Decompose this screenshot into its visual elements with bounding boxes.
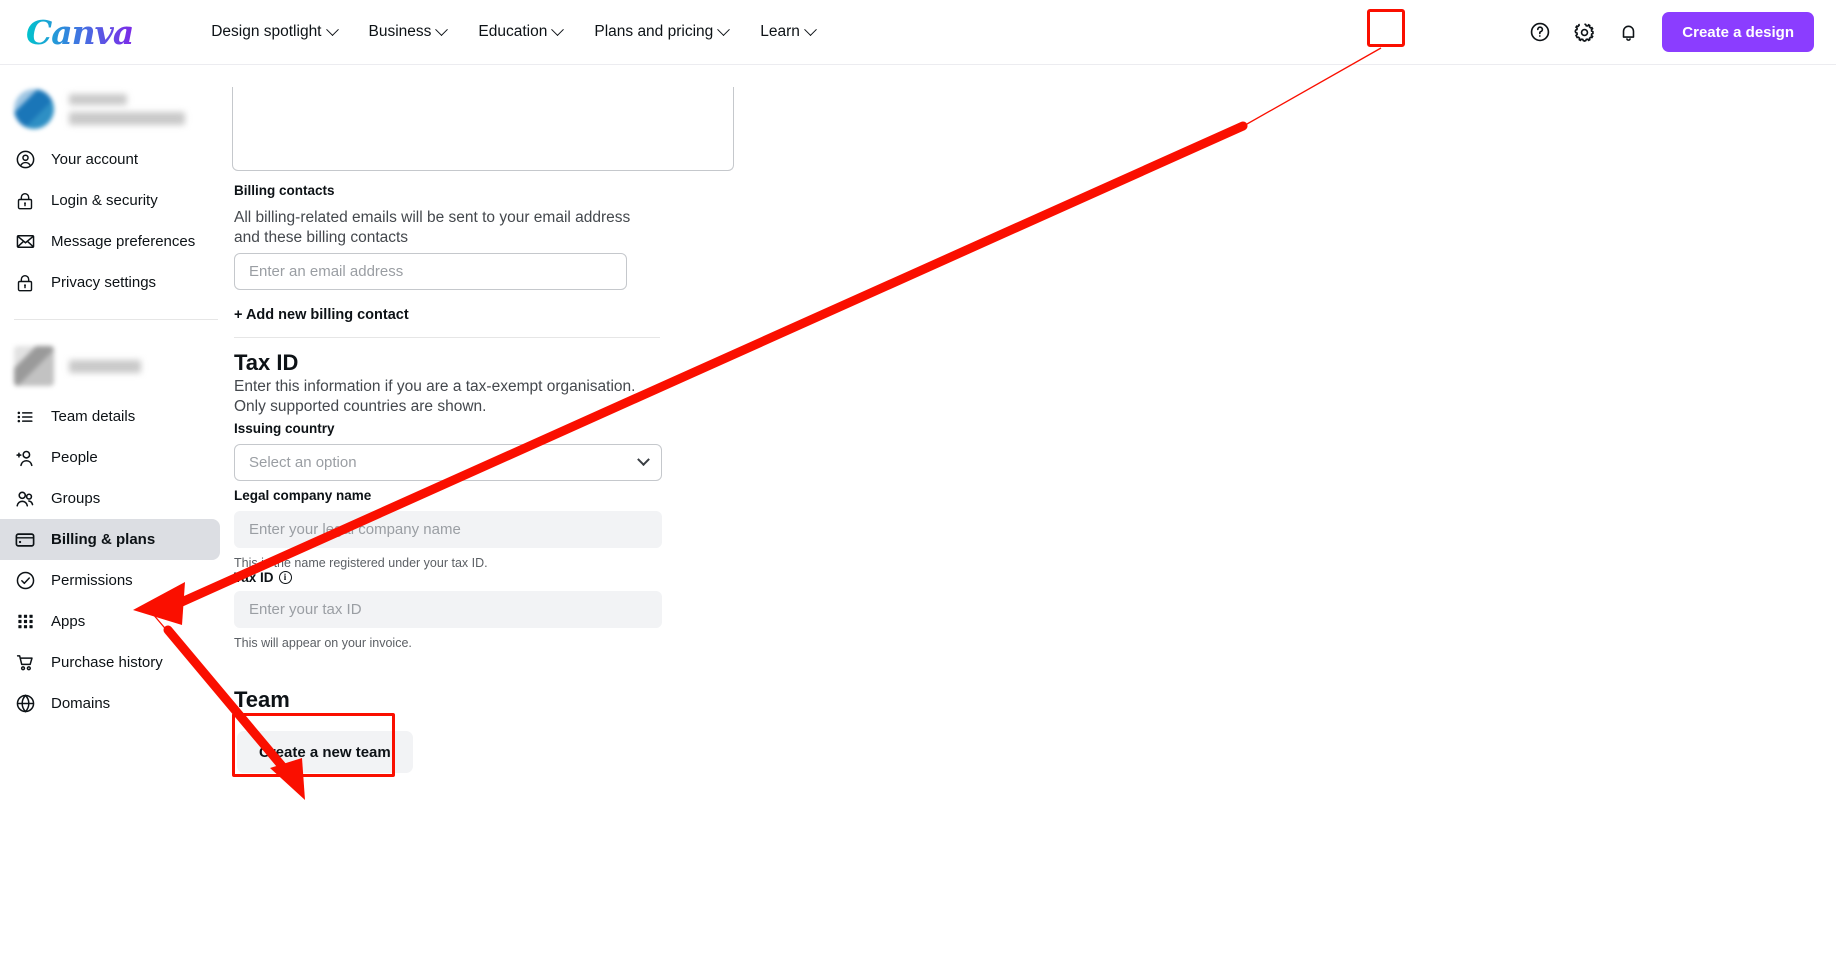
logo-text: Canva — [26, 12, 134, 52]
legal-company-name-input[interactable]: Enter your legal company name — [234, 511, 662, 548]
sidebar-item-apps[interactable]: Apps — [0, 601, 220, 642]
nav-item-business[interactable]: Business — [353, 15, 463, 49]
nav-item-education[interactable]: Education — [462, 15, 578, 49]
legal-company-placeholder: Enter your legal company name — [249, 521, 461, 538]
team-profile-row[interactable] — [0, 336, 232, 396]
nav-label: Education — [478, 23, 548, 40]
tax-id-label: Tax ID — [234, 570, 274, 585]
user-profile-row[interactable] — [0, 79, 232, 139]
redacted-name — [69, 93, 127, 105]
shopping-cart-icon — [14, 652, 36, 674]
sidebar-item-permissions[interactable]: Permissions — [0, 560, 220, 601]
tax-id-placeholder: Enter your tax ID — [249, 601, 362, 618]
create-a-new-team-button[interactable]: Create a new team — [237, 731, 413, 773]
legal-company-name-label: Legal company name — [234, 488, 372, 503]
issuing-country-select[interactable]: Select an option — [234, 444, 662, 481]
tax-id-field-label-row: Tax ID i — [234, 570, 292, 585]
credit-card-icon — [14, 529, 36, 551]
sidebar-item-label: Your account — [51, 151, 139, 168]
bell-icon[interactable] — [1608, 12, 1648, 52]
chevron-down-icon — [435, 22, 449, 36]
chevron-down-icon — [804, 22, 817, 36]
top-nav-actions: Create a design — [1520, 12, 1814, 52]
user-circle-icon — [14, 149, 36, 171]
user-name-redacted — [69, 93, 185, 125]
sidebar-item-people[interactable]: People — [0, 437, 220, 478]
sidebar-divider — [14, 319, 218, 320]
sidebar-item-label: Billing & plans — [51, 531, 156, 548]
chevron-down-icon — [717, 22, 731, 36]
settings-sidebar: Your account Login & security Message pr… — [0, 65, 232, 959]
billing-contacts-description: All billing-related emails will be sent … — [234, 209, 631, 246]
sidebar-item-billing-and-plans[interactable]: Billing & plans — [0, 519, 220, 560]
create-team-wrap: Create a new team — [232, 713, 413, 777]
envelope-icon — [14, 231, 36, 253]
legal-company-name-hint: This is the name registered under your t… — [234, 556, 488, 570]
nav-item-design-spotlight[interactable]: Design spotlight — [195, 15, 352, 49]
top-navigation-bar: Canva Design spotlight Business Educatio… — [0, 0, 1836, 65]
create-a-design-button[interactable]: Create a design — [1662, 12, 1814, 52]
sidebar-item-label: Privacy settings — [51, 274, 157, 291]
sidebar-item-label: Purchase history — [51, 654, 163, 671]
chevron-down-icon — [637, 453, 650, 467]
nav-label: Plans and pricing — [594, 23, 714, 40]
section-divider — [234, 337, 660, 338]
nav-label: Business — [368, 23, 432, 40]
redacted-email — [69, 111, 185, 125]
help-circle-icon[interactable] — [1520, 12, 1560, 52]
redacted-team-name — [69, 359, 141, 373]
lock-icon — [14, 190, 36, 212]
check-circle-icon — [14, 570, 36, 592]
sidebar-item-label: Apps — [51, 613, 86, 630]
sidebar-item-login-and-security[interactable]: Login & security — [0, 180, 220, 221]
add-person-icon — [14, 447, 36, 469]
sidebar-item-purchase-history[interactable]: Purchase history — [0, 642, 220, 683]
main-content-area: Billing contacts All billing-related ema… — [232, 65, 1836, 959]
gear-icon[interactable] — [1564, 12, 1604, 52]
sidebar-item-label: Login & security — [51, 192, 158, 209]
sidebar-item-label: People — [51, 449, 98, 466]
sidebar-item-label: Groups — [51, 490, 101, 507]
sidebar-item-domains[interactable]: Domains — [0, 683, 220, 724]
nav-item-learn[interactable]: Learn — [744, 15, 831, 49]
sidebar-item-privacy-settings[interactable]: Privacy settings — [0, 262, 220, 303]
billing-contacts-label: Billing contacts — [234, 183, 335, 198]
chevron-down-icon — [551, 22, 565, 36]
canva-logo[interactable]: Canva — [26, 12, 134, 52]
sidebar-item-label: Message preferences — [51, 233, 196, 250]
team-name-redacted — [69, 359, 141, 373]
scrolled-input-partial[interactable] — [232, 87, 734, 171]
info-icon[interactable]: i — [278, 571, 292, 584]
nav-label: Design spotlight — [211, 23, 322, 40]
chevron-down-icon — [325, 22, 339, 36]
people-icon — [14, 488, 36, 510]
tax-id-hint: This will appear on your invoice. — [234, 636, 412, 650]
list-icon — [14, 406, 36, 428]
sidebar-item-label: Domains — [51, 695, 111, 712]
globe-icon — [14, 693, 36, 715]
team-avatar — [14, 346, 54, 386]
main-nav-items: Design spotlight Business Education Plan… — [195, 15, 831, 49]
nav-label: Learn — [760, 23, 800, 40]
issuing-country-value: Select an option — [249, 454, 357, 471]
issuing-country-label: Issuing country — [234, 421, 335, 436]
sidebar-item-groups[interactable]: Groups — [0, 478, 220, 519]
add-new-billing-contact-link[interactable]: + Add new billing contact — [234, 307, 409, 323]
sidebar-item-your-account[interactable]: Your account — [0, 139, 220, 180]
grid-dots-icon — [14, 611, 36, 633]
team-heading: Team — [234, 687, 290, 712]
sidebar-item-message-preferences[interactable]: Message preferences — [0, 221, 220, 262]
user-avatar — [14, 89, 54, 129]
tax-id-heading: Tax ID — [234, 350, 299, 375]
sidebar-item-label: Permissions — [51, 572, 133, 589]
tax-id-description: Enter this information if you are a tax-… — [234, 378, 636, 415]
lock-icon — [14, 272, 36, 294]
billing-contact-email-input[interactable]: Enter an email address — [234, 253, 627, 290]
sidebar-item-team-details[interactable]: Team details — [0, 396, 220, 437]
sidebar-item-label: Team details — [51, 408, 136, 425]
tax-id-input[interactable]: Enter your tax ID — [234, 591, 662, 628]
email-input-placeholder: Enter an email address — [249, 263, 404, 280]
nav-item-plans-and-pricing[interactable]: Plans and pricing — [578, 15, 744, 49]
